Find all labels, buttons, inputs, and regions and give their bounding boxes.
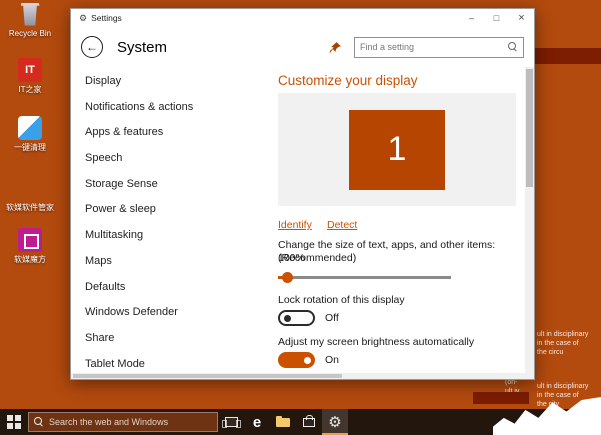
settings-header: ← System [71,27,534,67]
display-preview-monitor[interactable]: 1 [349,109,445,190]
task-view-button[interactable] [218,409,244,435]
desktop-icon-ithome[interactable]: IT IT之家 [4,58,56,94]
toggle-knob [284,315,291,322]
brightness-row: On [278,352,339,368]
vertical-scrollbar[interactable] [525,67,534,373]
taskbar-file-explorer-button[interactable] [270,409,296,435]
scaling-slider[interactable] [278,271,451,283]
brightness-toggle[interactable] [278,352,315,368]
desktop-icon-label: 软媒魔方 [14,255,46,264]
recycle-bin-icon [18,2,42,26]
pin-icon[interactable] [329,41,342,54]
bg-text-line: the circu [537,349,564,356]
search-icon [508,42,518,52]
slider-track[interactable] [278,276,451,279]
taskbar-store-button[interactable] [296,409,322,435]
sidebar-item-windows-defender[interactable]: Windows Defender [71,300,261,326]
horizontal-scrollbar-thumb[interactable] [73,374,342,378]
sidebar-item-storage-sense[interactable]: Storage Sense [71,172,261,198]
search-input[interactable] [360,42,508,52]
sidebar-item-maps[interactable]: Maps [71,249,261,275]
page-title: System [117,38,168,56]
recycle-bin-glyph [20,2,40,26]
taskbar-search-input[interactable] [49,417,212,427]
settings-sidebar: Display Notifications & actions Apps & f… [71,69,261,373]
desktop-icon-label: Recycle Bin [8,29,52,38]
desktop-icon-mofang[interactable]: 软媒魔方 [4,228,56,264]
sidebar-item-power-sleep[interactable]: Power & sleep [71,197,261,223]
desktop-icon-cleaner[interactable]: 一键清理 [4,116,56,152]
search-icon [34,417,44,427]
slider-thumb[interactable] [282,272,293,283]
gear-icon: ⚙ [328,413,342,431]
identify-link[interactable]: Identify [278,219,312,231]
sidebar-item-display[interactable]: Display [71,69,261,95]
store-icon [303,414,315,427]
window-title: Settings [91,13,122,23]
brightness-label: Adjust my screen brightness automaticall… [278,336,475,348]
display-preview: 1 [278,93,516,206]
desktop-icon-label: 一键清理 [14,143,46,152]
find-setting-search[interactable] [354,36,524,58]
redaction-bar [473,392,529,404]
software-manager-icon [18,176,42,200]
bg-text-line: ult in disciplinary [537,331,589,338]
desktop-icon-software-manager[interactable]: 软媒软件管家 [4,176,56,212]
sidebar-item-notifications[interactable]: Notifications & actions [71,95,261,121]
settings-app-icon: ⚙ [79,12,88,23]
detect-link[interactable]: Detect [327,219,357,231]
folder-icon [276,415,290,427]
desktop-bg-text: ult in disciplinary in the case of the c… [537,330,588,357]
ithome-icon: IT [18,58,42,82]
desktop-icon-label: IT之家 [18,85,42,94]
scaling-label-recommended: (Recommended) [278,252,357,264]
lock-rotation-state: Off [325,312,339,324]
vertical-scrollbar-thumb[interactable] [526,69,533,187]
bg-text-line: in the case of [537,340,579,347]
close-button[interactable]: × [509,9,534,27]
bg-text-line: in the case of [537,392,579,399]
task-view-icon [221,417,241,428]
window-controls: – □ × [459,9,534,27]
section-heading: Customize your display [278,73,418,88]
taskbar-edge-button[interactable]: e [244,409,270,435]
back-button[interactable]: ← [81,36,103,58]
start-button[interactable] [0,409,28,435]
minimize-button[interactable]: – [459,9,484,27]
lock-rotation-label: Lock rotation of this display [278,294,405,306]
sidebar-item-tablet-mode[interactable]: Tablet Mode [71,352,261,373]
maximize-button[interactable]: □ [484,9,509,27]
edge-icon: e [252,413,262,431]
horizontal-scrollbar[interactable] [71,373,534,379]
bg-text-line: ult in disciplinary [537,383,589,390]
sidebar-item-share[interactable]: Share [71,326,261,352]
sidebar-item-multitasking[interactable]: Multitasking [71,223,261,249]
sidebar-item-speech[interactable]: Speech [71,146,261,172]
sidebar-item-defaults[interactable]: Defaults [71,275,261,301]
brightness-state: On [325,354,340,366]
sidebar-item-apps-features[interactable]: Apps & features [71,120,261,146]
windows-logo-icon [7,415,21,429]
lock-rotation-row: Off [278,310,339,326]
display-settings-panel: Customize your display 1 Identify Detect… [278,67,516,373]
toggle-knob [304,356,311,364]
window-titlebar[interactable]: ⚙ Settings – □ × [71,9,534,27]
taskbar-settings-button[interactable]: ⚙ [322,409,348,435]
desktop-icon-recycle-bin[interactable]: Recycle Bin [4,2,56,38]
desktop-icon-label: 软媒软件管家 [6,203,54,212]
settings-window: ⚙ Settings – □ × ← System Display Notifi… [70,8,535,380]
settings-body: Display Notifications & actions Apps & f… [71,67,534,373]
lock-rotation-toggle[interactable] [278,310,315,326]
mofang-icon [18,228,42,252]
taskbar-search[interactable] [28,412,218,432]
cleaner-icon [18,116,42,140]
